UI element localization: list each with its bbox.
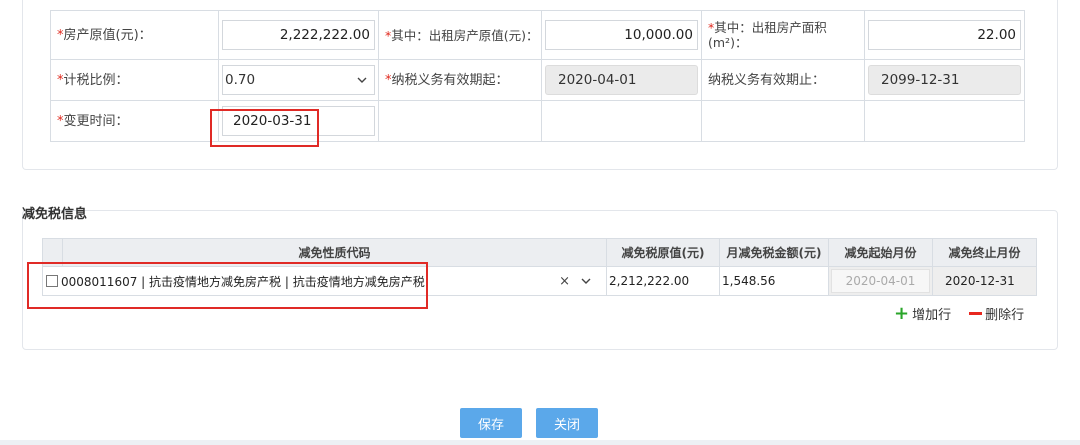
relief-code-highlight (27, 262, 428, 309)
empty-cell (864, 100, 1025, 142)
original-value-label-cell: *房产原值(元)： (50, 10, 219, 60)
rent-value-label: 其中：出租房产原值(元)： (391, 27, 539, 43)
rent-area-label: 其中：出租房产面积(m²)： (708, 20, 827, 50)
relief-original-value[interactable]: 2,212,222.00 (606, 266, 720, 296)
relief-monthly-amount[interactable]: 1,548.56 (719, 266, 829, 296)
footer-bar (0, 440, 1080, 445)
property-form-table: *房产原值(元)： 2,222,222.00 *其中：出租房产原值(元)： 10… (50, 10, 1025, 142)
col-end-month: 减免终止月份 (932, 238, 1037, 267)
rent-value-label-cell: *其中：出租房产原值(元)： (378, 10, 542, 60)
obligation-end-field: 2099-12-31 (868, 65, 1021, 95)
add-row-label: 增加行 (912, 308, 952, 323)
save-button[interactable]: 保存 (460, 408, 522, 438)
tax-ratio-value: 0.70 (225, 72, 256, 88)
rent-area-input[interactable]: 22.00 (868, 20, 1021, 50)
change-time-highlight (210, 109, 319, 147)
change-time-label: 变更时间： (63, 113, 129, 129)
obligation-start-label: 纳税义务有效期起： (391, 72, 509, 88)
obligation-end-label: 纳税义务有效期止： (708, 72, 826, 88)
col-start-month: 减免起始月份 (828, 238, 933, 267)
add-row-button[interactable]: + 增加行 (894, 304, 951, 323)
original-value-label: 房产原值(元)： (63, 27, 152, 43)
col-original-value: 减免税原值(元) (606, 238, 720, 267)
plus-icon: + (894, 302, 910, 324)
obligation-start-field: 2020-04-01 (545, 65, 698, 95)
chevron-down-icon (357, 77, 367, 83)
delete-row-button[interactable]: 删除行 (969, 304, 1024, 323)
relief-start-month: 2020-04-01 (831, 269, 930, 293)
empty-cell (701, 100, 865, 142)
close-button[interactable]: 关闭 (536, 408, 598, 438)
relief-end-month[interactable]: 2020-12-31 (932, 266, 1037, 296)
minus-icon (969, 312, 983, 315)
chevron-down-icon[interactable] (580, 275, 592, 287)
tax-ratio-select[interactable]: 0.70 (222, 65, 375, 95)
col-monthly-amount: 月减免税金额(元) (719, 238, 829, 267)
original-value-input[interactable]: 2,222,222.00 (222, 20, 375, 50)
clear-icon[interactable]: × (559, 274, 570, 289)
rent-area-label-cell: *其中：出租房产面积(m²)： (701, 10, 865, 60)
rent-value-input[interactable]: 10,000.00 (545, 20, 698, 50)
empty-cell (378, 100, 542, 142)
row-actions: + 增加行 删除行 (894, 304, 1024, 323)
delete-row-label: 删除行 (985, 308, 1025, 323)
tax-ratio-label: 计税比例： (63, 72, 129, 88)
empty-cell (541, 100, 702, 142)
relief-section-title: 减免税信息 (22, 207, 88, 222)
